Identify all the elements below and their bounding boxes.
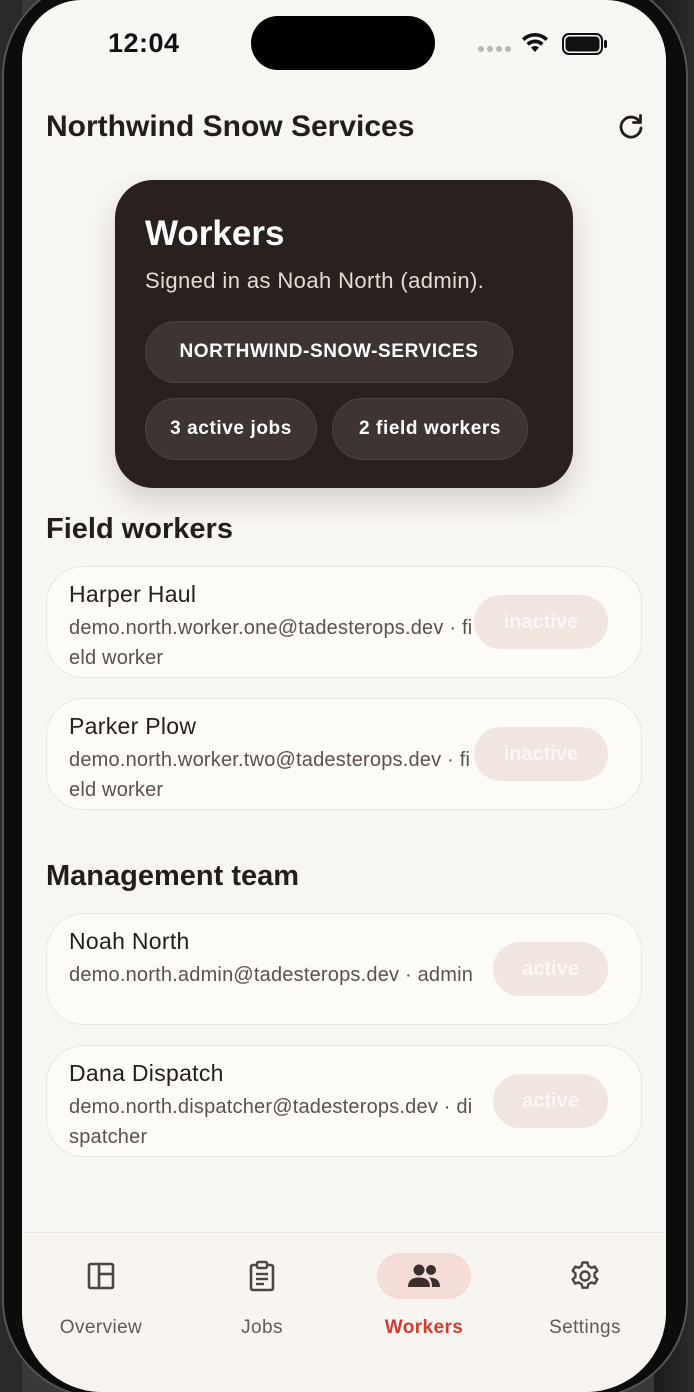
- management-heading: Management team: [46, 860, 300, 892]
- dynamic-island: [251, 16, 435, 70]
- battery-icon: [562, 33, 607, 55]
- worker-card[interactable]: Harper Haul demo.north.worker.one@tadest…: [46, 566, 642, 678]
- worker-name: Dana Dispatch: [69, 1060, 224, 1086]
- gear-icon: [571, 1261, 599, 1289]
- signed-in-text: Signed in as Noah North (admin).: [145, 268, 485, 293]
- worker-card[interactable]: Parker Plow demo.north.worker.two@tadest…: [46, 698, 642, 810]
- wifi-icon: [522, 32, 548, 52]
- nav-jobs[interactable]: Jobs: [202, 1253, 322, 1353]
- app-screen: 12:04 Northwind Snow Services Workers Si…: [22, 0, 666, 1392]
- active-jobs-badge: 3 active jobs: [145, 398, 317, 460]
- worker-detail: demo.north.worker.two@tadesterops.dev · …: [69, 749, 471, 801]
- hero-title: Workers: [145, 214, 285, 253]
- page-title: Northwind Snow Services: [46, 110, 415, 143]
- status-badge: active: [493, 942, 608, 996]
- worker-card[interactable]: Dana Dispatch demo.north.dispatcher@tade…: [46, 1045, 642, 1157]
- worker-detail: demo.north.admin@tadesterops.dev · admin: [69, 964, 474, 986]
- cellular-signal-icon: [478, 46, 511, 52]
- dashboard-icon: [87, 1262, 115, 1290]
- nav-label: Jobs: [241, 1317, 283, 1338]
- nav-settings[interactable]: Settings: [525, 1253, 645, 1353]
- worker-card[interactable]: Noah North demo.north.admin@tadesterops.…: [46, 913, 642, 1025]
- status-badge: inactive: [474, 595, 608, 649]
- workers-summary-card: Workers Signed in as Noah North (admin).…: [115, 180, 573, 488]
- people-icon: [408, 1264, 440, 1287]
- status-time: 12:04: [108, 28, 180, 58]
- refresh-icon[interactable]: [616, 112, 646, 142]
- nav-workers[interactable]: Workers: [364, 1253, 484, 1353]
- status-badge: active: [493, 1074, 608, 1128]
- field-workers-heading: Field workers: [46, 513, 233, 545]
- worker-detail: demo.north.worker.one@tadesterops.dev · …: [69, 617, 473, 669]
- status-badge: inactive: [474, 727, 608, 781]
- clipboard-icon: [249, 1260, 275, 1292]
- bottom-navigation: Overview Jobs Workers Settings: [22, 1232, 666, 1392]
- nav-label: Overview: [59, 1317, 143, 1338]
- field-workers-badge: 2 field workers: [332, 398, 528, 460]
- worker-detail: demo.north.dispatcher@tadesterops.dev · …: [69, 1096, 473, 1148]
- nav-overview[interactable]: Overview: [41, 1253, 161, 1353]
- nav-label: Workers: [384, 1317, 464, 1338]
- worker-name: Harper Haul: [69, 581, 197, 607]
- worker-name: Parker Plow: [69, 713, 197, 739]
- nav-label: Settings: [549, 1317, 621, 1338]
- org-badge: NORTHWIND-SNOW-SERVICES: [145, 321, 513, 383]
- worker-name: Noah North: [69, 928, 190, 954]
